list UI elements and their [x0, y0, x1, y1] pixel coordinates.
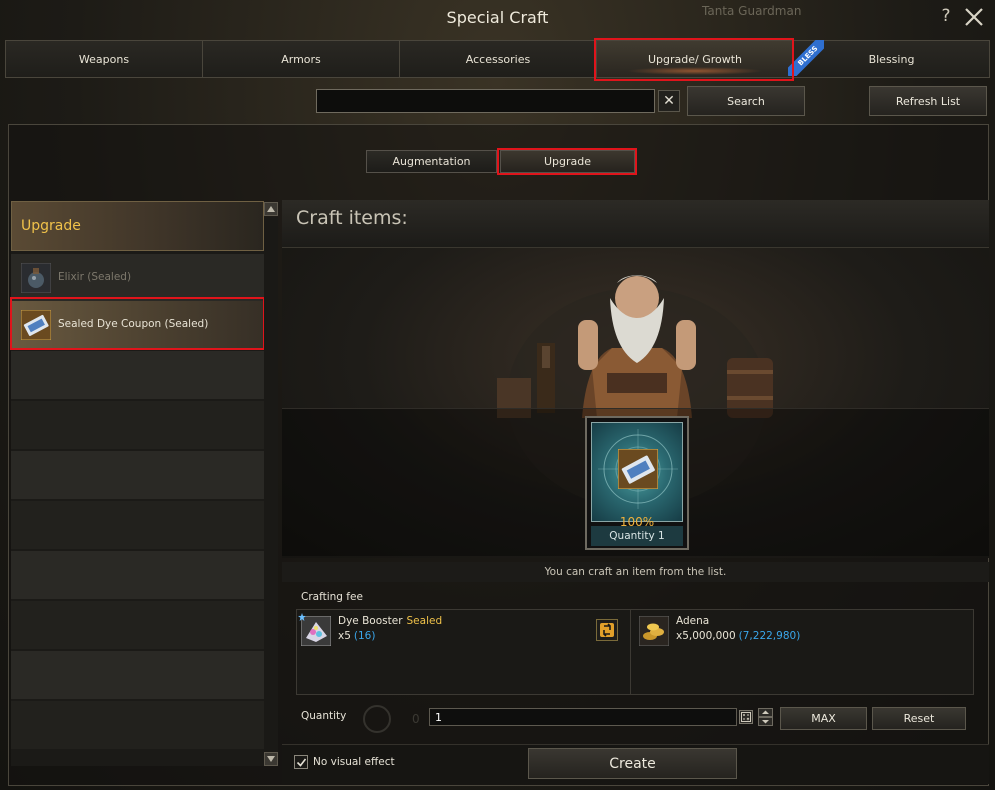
search-input[interactable]	[316, 89, 655, 113]
subtab-upgrade[interactable]: Upgrade	[500, 150, 635, 173]
list-category-header[interactable]: Upgrade	[11, 201, 264, 251]
fee-item-amount: x5 (16)	[338, 630, 375, 642]
quantity-input[interactable]	[429, 708, 737, 726]
stepper-arrows-icon	[758, 708, 773, 726]
help-button[interactable]: ?	[936, 6, 956, 28]
special-craft-window: Tanta Guardman Special Craft ? Weapons A…	[0, 0, 995, 790]
ghost-circle-icon	[363, 705, 391, 733]
list-scrollbar-track[interactable]	[264, 217, 278, 752]
scroll-down-button[interactable]	[264, 752, 278, 766]
no-visual-effect-checkbox[interactable]	[294, 755, 308, 769]
craft-area: Craft items: 100% Quantity 1 You can cra…	[282, 200, 989, 783]
list-item-empty	[11, 501, 264, 549]
elixir-icon	[21, 263, 51, 293]
crafting-fee-label: Crafting fee	[301, 591, 363, 603]
list-category-label: Upgrade	[21, 218, 81, 234]
calculator-button[interactable]	[739, 710, 753, 724]
close-button[interactable]	[962, 5, 986, 29]
fee-item-adena[interactable]: Adena x5,000,000 (7,222,980)	[635, 612, 955, 652]
list-item-sealed-dye-coupon[interactable]: Sealed Dye Coupon (Sealed)	[11, 301, 264, 349]
list-item-empty	[11, 601, 264, 649]
list-item-empty	[11, 401, 264, 449]
fee-item-amount: x5,000,000 (7,222,980)	[676, 630, 800, 642]
adena-coins-icon	[639, 616, 669, 646]
list-item-empty	[11, 551, 264, 599]
checkmark-icon	[296, 758, 306, 767]
main-tabs: Weapons Armors Accessories Upgrade/ Grow…	[5, 40, 990, 78]
ghost-zero-text: 0	[412, 712, 420, 726]
tab-accessories[interactable]: Accessories	[399, 40, 596, 78]
list-item-empty	[11, 701, 264, 749]
fee-amount-text: x5,000,000	[676, 630, 736, 642]
list-item-empty	[11, 651, 264, 699]
sealed-tag: Sealed	[406, 615, 443, 627]
dye-coupon-icon	[618, 449, 658, 489]
result-item-frame: 100%	[591, 422, 683, 529]
fee-item-name-text: Adena	[676, 615, 710, 627]
fee-item-name: Dye Booster Sealed	[338, 615, 442, 627]
fee-owned-count: (16)	[353, 630, 376, 642]
list-item-label: Sealed Dye Coupon (Sealed)	[58, 318, 209, 330]
tab-weapons[interactable]: Weapons	[5, 40, 202, 78]
dye-coupon-icon	[21, 310, 51, 340]
calculator-icon	[741, 712, 751, 722]
quantity-stepper[interactable]	[758, 708, 773, 726]
arrow-down-icon	[267, 756, 275, 762]
max-button[interactable]: MAX	[780, 707, 867, 730]
star-icon	[298, 613, 306, 621]
tab-upgrade-growth[interactable]: Upgrade/ Growth	[596, 40, 793, 78]
subtab-augmentation[interactable]: Augmentation	[366, 150, 497, 173]
list-item-elixir[interactable]: Elixir (Sealed)	[11, 254, 264, 302]
refresh-list-button[interactable]: Refresh List	[869, 86, 987, 116]
tab-armors[interactable]: Armors	[202, 40, 399, 78]
close-icon	[965, 8, 983, 26]
list-item-empty	[11, 451, 264, 499]
craft-stage: 100% Quantity 1	[282, 248, 989, 558]
craft-title: Craft items:	[296, 207, 408, 229]
search-button[interactable]: Search	[687, 86, 805, 116]
create-button[interactable]: Create	[528, 748, 737, 779]
fee-amount-text: x5	[338, 630, 351, 642]
reset-button[interactable]: Reset	[872, 707, 966, 730]
list-item-label: Elixir (Sealed)	[58, 271, 132, 283]
fee-owned-count: (7,222,980)	[738, 630, 801, 642]
list-item-empty	[11, 351, 264, 399]
title-bar: Tanta Guardman Special Craft ?	[0, 0, 995, 36]
swap-material-button[interactable]	[596, 619, 618, 641]
no-visual-effect-label: No visual effect	[313, 756, 395, 768]
clear-search-button[interactable]: ✕	[658, 90, 680, 112]
scroll-up-button[interactable]	[264, 202, 278, 216]
swap-icon	[600, 623, 614, 637]
arrow-up-icon	[267, 206, 275, 212]
fee-divider	[630, 609, 631, 695]
result-quantity: Quantity 1	[591, 526, 683, 546]
fee-item-dye-booster[interactable]: Dye Booster Sealed x5 (16)	[297, 612, 617, 652]
window-title: Special Craft	[446, 8, 549, 27]
quantity-label: Quantity	[301, 710, 347, 722]
result-item-card[interactable]: 100% Quantity 1	[585, 416, 689, 550]
fee-item-name: Adena	[676, 615, 709, 627]
recipe-list: Upgrade Elixir (Sealed) Sealed Dye Coupo…	[11, 201, 264, 766]
fee-item-name-text: Dye Booster	[338, 615, 403, 627]
craft-hint-text: You can craft an item from the list.	[282, 562, 989, 582]
craft-title-bar: Craft items:	[282, 200, 989, 248]
tab-blessing[interactable]: Blessing	[793, 40, 990, 78]
